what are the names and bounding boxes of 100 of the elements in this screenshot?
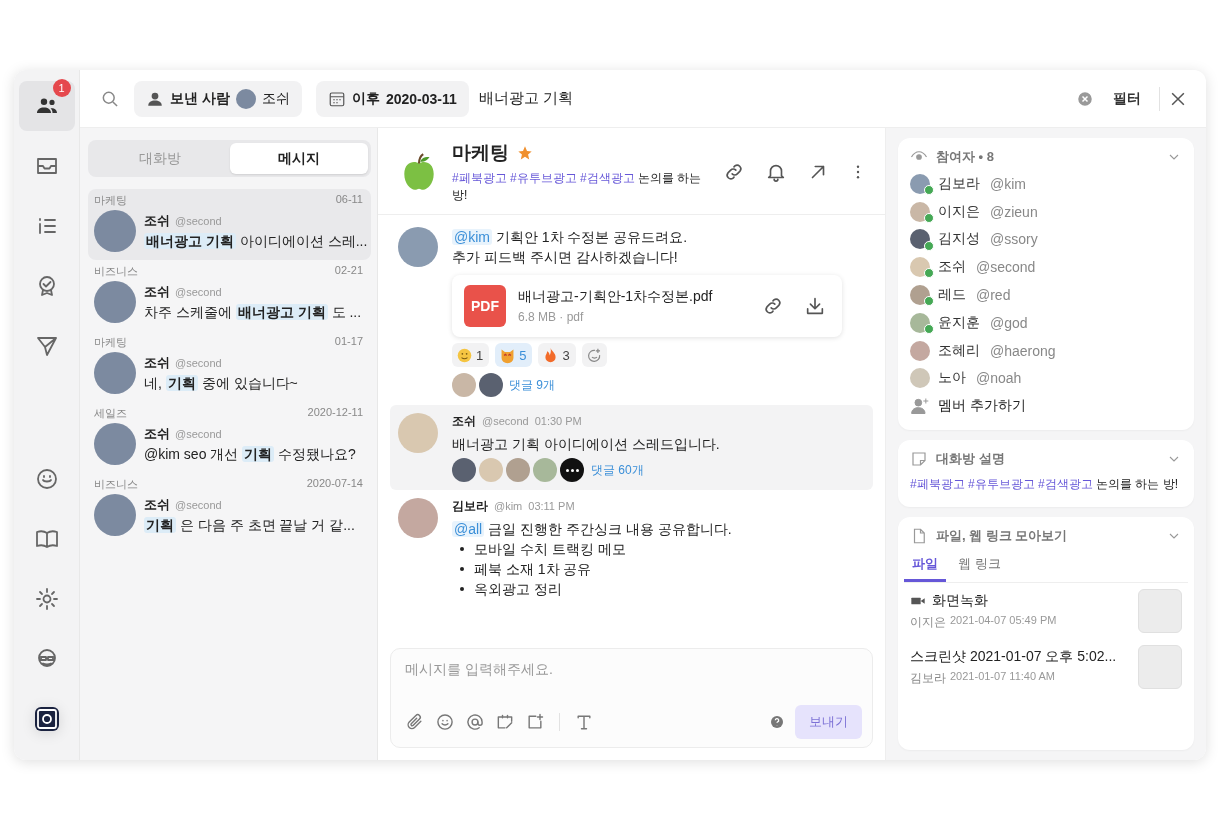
avatar-photo xyxy=(910,340,930,361)
sender-name: 조쉬 xyxy=(144,282,170,301)
member-handle: @kim xyxy=(990,175,1026,192)
room-description: #페북광고 #유투브광고 #검색광고 논의를 하는 방! xyxy=(452,170,703,204)
message-snippet: 기획 은 다음 주 초면 끝날 거 같... xyxy=(144,516,355,535)
file-date: 2021-04-07 05:49 PM xyxy=(950,613,1057,628)
file-meta: 6.8 MB · pdf xyxy=(518,310,585,324)
add-member-button[interactable]: 멤버 추가하기 xyxy=(910,392,1182,421)
member-item[interactable]: 조혜리 @haerong xyxy=(910,336,1182,365)
filter-chip[interactable]: 보낸 사람 조쉬 xyxy=(134,80,302,117)
sender-handle: @second xyxy=(175,427,222,440)
avatar-photo xyxy=(910,368,930,389)
room-name: 세일즈 xyxy=(94,406,127,421)
add-reaction-button[interactable] xyxy=(581,343,607,367)
avatar-photo xyxy=(235,88,256,109)
reaction-button[interactable]: 3 xyxy=(538,343,576,367)
note-icon[interactable] xyxy=(495,712,515,732)
tab[interactable]: 파일 xyxy=(904,549,946,583)
member-handle: @zieun xyxy=(990,203,1038,220)
sidebar-nav-button[interactable]: 1 xyxy=(18,81,75,131)
avatar-photo xyxy=(910,285,930,306)
hashtag-link[interactable]: #검색광고 xyxy=(580,171,639,185)
message-time: 03:11 PM xyxy=(528,500,575,512)
hashtag-link[interactable]: #검색광고 xyxy=(1038,477,1097,492)
room-name: 비즈니스 xyxy=(94,264,138,279)
avatar-photo xyxy=(398,227,438,267)
avatar-photo xyxy=(506,458,530,482)
add-person-icon xyxy=(910,396,930,417)
smiley-icon xyxy=(34,467,59,491)
chip-label: 보낸 사람 xyxy=(170,89,230,108)
result-date: 06-11 xyxy=(335,193,363,207)
member-item[interactable]: 노아 @noah xyxy=(910,364,1182,393)
tab[interactable]: 웹 링크 xyxy=(950,549,1009,583)
avatar-photo xyxy=(910,201,930,222)
sender-name: 조쉬 xyxy=(452,413,476,430)
member-item[interactable]: 레드 @red xyxy=(910,281,1182,309)
message-text: @kim 기획안 1차 수정본 공유드려요. 추가 피드백 주시면 감사하겠습니다! xyxy=(452,228,689,267)
pdf-badge: PDF xyxy=(464,285,506,327)
search-result-item[interactable]: 비즈니스 02-21 조쉬 @second 차주 스케줄에 배너광고 기획 도 ... xyxy=(88,260,371,331)
search-result-item[interactable]: 마케팅 01-17 조쉬 @second 네, 기획 중에 있습니다~ xyxy=(88,331,371,402)
member-handle: @noah xyxy=(976,370,1022,387)
file-item[interactable]: 화면녹화 이지은 2021-04-07 05:49 PM xyxy=(910,583,1182,640)
avatar-photo xyxy=(452,373,476,397)
search-result-item[interactable]: 마케팅 06-11 조쉬 @second 배너광고 기획 아이디에이션 스레... xyxy=(88,189,371,260)
member-name: 조혜리 xyxy=(938,341,980,360)
link-icon[interactable] xyxy=(762,295,784,317)
avatar-photo xyxy=(452,458,476,482)
member-name: 김지성 xyxy=(938,230,980,249)
replies-link[interactable]: 댓글 9개 xyxy=(509,376,555,394)
message-snippet: @kim seo 개선 기획 수정됐나요? xyxy=(144,445,356,464)
message-text: @all 금일 진행한 주간싱크 내용 공유합니다. xyxy=(452,520,733,539)
avatar-photo xyxy=(94,423,136,465)
filter-chip[interactable]: 이후 2020-03-11 xyxy=(315,80,469,117)
sender-handle: @second xyxy=(482,415,529,427)
hashtag-link[interactable]: #페북광고 xyxy=(910,477,968,492)
message-snippet: 네, 기획 중에 있습니다~ xyxy=(144,374,298,393)
message-time: 01:30 PM xyxy=(534,415,582,427)
tab[interactable]: 메시지 xyxy=(229,143,368,174)
member-handle: @ssory xyxy=(990,231,1038,248)
sender-handle: @second xyxy=(175,356,222,369)
download-icon[interactable] xyxy=(804,295,826,317)
hashtag-link[interactable]: #페북광고 xyxy=(452,171,510,185)
mention-icon[interactable] xyxy=(465,712,485,732)
send-icon xyxy=(34,334,59,358)
member-name: 노아 xyxy=(938,369,966,388)
smiley-icon xyxy=(456,346,473,364)
help-icon[interactable] xyxy=(769,714,785,730)
sender-name: 조쉬 xyxy=(144,353,170,372)
member-item[interactable]: 김보라 @kim xyxy=(910,170,1182,198)
text-format-icon[interactable] xyxy=(574,712,594,732)
hashtag-link[interactable]: #유투브광고 xyxy=(968,477,1039,492)
link-icon[interactable] xyxy=(723,161,745,183)
search-result-item[interactable]: 비즈니스 2020-07-14 조쉬 @second 기획 은 다음 주 초면 끝날 거 같... xyxy=(88,473,371,544)
app-icon xyxy=(34,707,59,731)
member-item[interactable]: 윤지훈 @god xyxy=(910,309,1182,337)
emoji-icon[interactable] xyxy=(435,712,455,732)
member-handle: @second xyxy=(976,259,1036,276)
hashtag-link[interactable]: #유투브광고 xyxy=(510,171,581,185)
uploader-name: 이지은 xyxy=(910,613,946,631)
note-icon xyxy=(910,450,928,469)
search-field[interactable]: 배너광고 기획 xyxy=(476,89,701,108)
avatar-photo xyxy=(398,498,438,538)
file-date: 2021-01-07 11:40 AM xyxy=(950,669,1055,684)
filter-button[interactable]: 필터 xyxy=(1103,83,1151,114)
member-item[interactable]: 김지성 @ssory xyxy=(910,225,1182,254)
member-item[interactable]: 조쉬 @second xyxy=(910,253,1182,282)
section-title: 대화방 설명 xyxy=(936,450,1006,469)
reaction-button[interactable]: 1 xyxy=(452,343,490,367)
file-attachment[interactable]: PDF 배너광고-기획안-1차수정본.pdf 6.8 MB · pdf xyxy=(452,275,842,337)
result-date: 01-17 xyxy=(334,335,363,349)
member-item[interactable]: 이지은 @zieun xyxy=(910,197,1182,226)
star-icon[interactable] xyxy=(517,145,533,161)
search-result-item[interactable]: 세일즈 2020-12-11 조쉬 @second @kim seo 개선 기획 수정됐나요? xyxy=(88,402,371,473)
sender-name: 김보라 xyxy=(452,498,488,515)
add-frame-icon[interactable] xyxy=(525,712,545,732)
notification-badge: 1 xyxy=(52,79,71,97)
file-item[interactable]: 스크린샷 2021-01-07 오후 5:02... 김보라 2021-01-07 11:40 AM xyxy=(910,639,1182,696)
member-name: 김보라 xyxy=(938,174,980,193)
room-name: 마케팅 xyxy=(94,193,127,208)
file-name: 배너광고-기획안-1차수정본.pdf xyxy=(518,288,714,306)
